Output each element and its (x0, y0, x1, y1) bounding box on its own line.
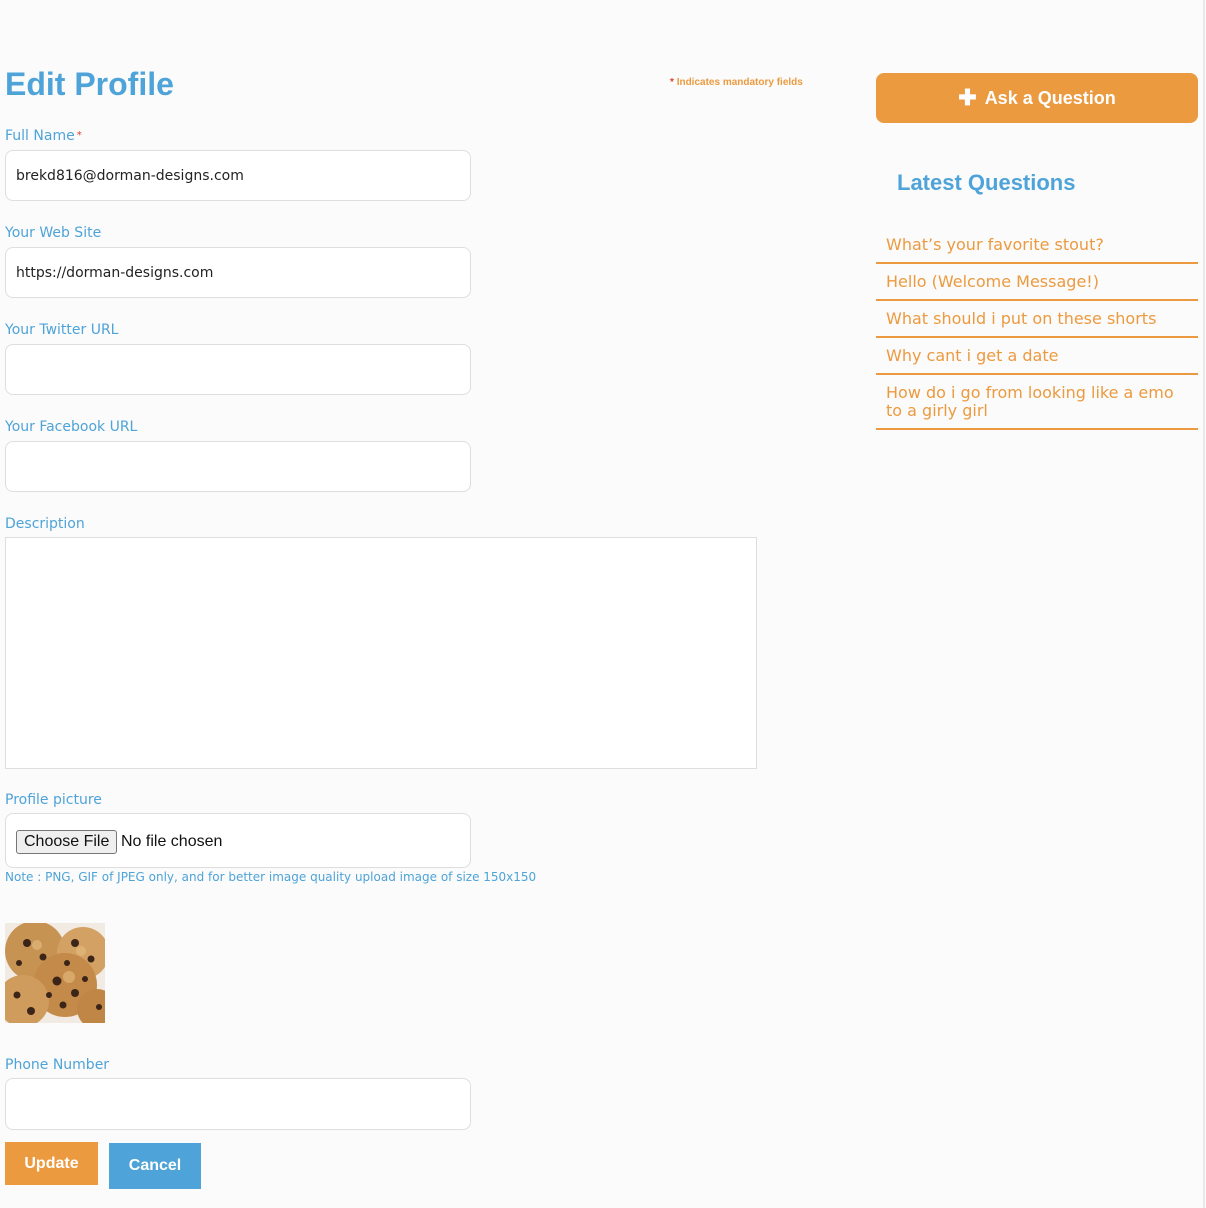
phone-input[interactable] (5, 1078, 471, 1130)
page-title: Edit Profile (5, 66, 174, 102)
required-mark: * (76, 130, 82, 141)
mandatory-star: * (670, 77, 674, 88)
full-name-label-text: Full Name (5, 128, 75, 144)
profile-picture-input[interactable]: Choose File No file chosen (5, 813, 471, 868)
page: Edit Profile * Indicates mandatory field… (0, 0, 1206, 1208)
page-edge-divider (1203, 0, 1205, 1208)
full-name-label: Full Name * (5, 127, 82, 145)
facebook-input[interactable] (5, 441, 471, 492)
full-name-input[interactable] (5, 150, 471, 201)
question-link[interactable]: What’s your favorite stout? (876, 227, 1198, 264)
question-link[interactable]: Why cant i get a date (876, 338, 1198, 375)
question-link[interactable]: How do i go from looking like a emo to a… (876, 375, 1198, 430)
facebook-label: Your Facebook URL (5, 419, 138, 435)
website-label: Your Web Site (5, 225, 102, 241)
ask-question-button[interactable]: ✚ Ask a Question (876, 73, 1198, 123)
profile-picture-label: Profile picture (5, 792, 102, 808)
cancel-button[interactable]: Cancel (109, 1143, 201, 1189)
upload-note: Note : PNG, GIF of JPEG only, and for be… (5, 870, 537, 884)
profile-picture-preview (5, 923, 105, 1023)
latest-questions-list: What’s your favorite stout? Hello (Welco… (876, 227, 1198, 430)
update-button[interactable]: Update (5, 1142, 98, 1185)
question-link[interactable]: Hello (Welcome Message!) (876, 264, 1198, 301)
twitter-label: Your Twitter URL (5, 322, 119, 338)
website-input[interactable] (5, 247, 471, 298)
file-status-text: No file chosen (121, 833, 223, 850)
plus-icon: ✚ (958, 85, 977, 110)
description-label: Description (5, 516, 85, 532)
mandatory-note-text: Indicates mandatory fields (676, 77, 803, 88)
question-link[interactable]: What should i put on these shorts (876, 301, 1198, 338)
phone-label: Phone Number (5, 1057, 110, 1073)
twitter-input[interactable] (5, 344, 471, 395)
ask-question-label: Ask a Question (984, 87, 1116, 108)
choose-file-button[interactable]: Choose File (16, 830, 118, 854)
description-textarea[interactable] (5, 537, 757, 769)
cookies-image (5, 923, 105, 1023)
mandatory-note: * Indicates mandatory fields (670, 77, 803, 88)
latest-questions-title: Latest Questions (897, 170, 1076, 195)
